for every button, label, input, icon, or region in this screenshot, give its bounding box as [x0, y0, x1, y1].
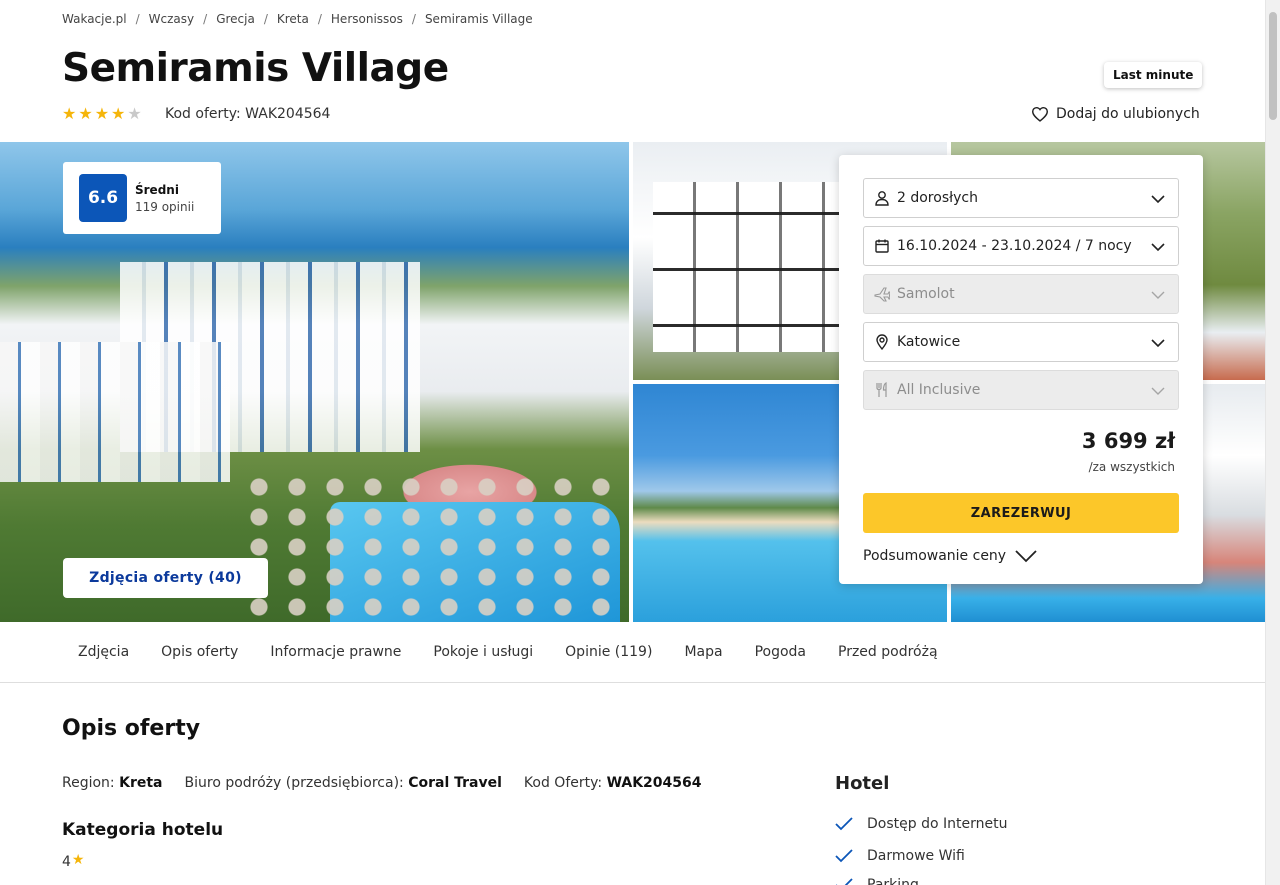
chevron-down-icon	[1151, 387, 1165, 395]
tab-before-trip[interactable]: Przed podróżą	[822, 644, 954, 660]
calendar-icon	[874, 238, 890, 254]
offer-photos-button[interactable]: Zdjęcia oferty (40)	[63, 558, 268, 598]
guests-select[interactable]: 2 dorosłych	[863, 178, 1179, 218]
agency-value: Coral Travel	[408, 775, 502, 791]
chevron-down-icon	[1151, 339, 1165, 348]
person-icon	[874, 190, 890, 206]
price-summary-toggle[interactable]: Podsumowanie ceny	[863, 548, 1038, 564]
departure-city-value: Katowice	[897, 334, 961, 350]
chevron-down-icon	[1151, 291, 1165, 299]
breadcrumb-item-grecja[interactable]: Grecja	[216, 12, 255, 26]
guests-value: 2 dorosłych	[897, 190, 978, 206]
rating-count: 119 opinii	[135, 199, 195, 214]
chevron-down-icon	[1151, 243, 1165, 252]
star-icon: ★	[94, 104, 110, 123]
star-icon: ★	[71, 852, 85, 868]
breadcrumb-item-wczasy[interactable]: Wczasy	[149, 12, 194, 26]
price-summary-label: Podsumowanie ceny	[863, 548, 1007, 564]
breadcrumb-separator: /	[411, 12, 416, 26]
add-to-favorites-label: Dodaj do ulubionych	[1056, 106, 1200, 122]
star-icon: ★	[62, 104, 77, 123]
last-minute-badge: Last minute	[1104, 62, 1203, 88]
tab-offer-description[interactable]: Opis oferty	[145, 644, 254, 660]
breadcrumb-separator: /	[203, 12, 208, 26]
dates-select[interactable]: 16.10.2024 - 23.10.2024 / 7 nocy	[863, 226, 1179, 266]
rating-score: 6.6	[79, 174, 127, 222]
total-price: 3 699 zł	[1081, 429, 1175, 453]
location-pin-icon	[874, 334, 890, 350]
cutlery-icon	[874, 382, 890, 398]
hotel-category-value: 4 ★	[62, 852, 85, 870]
amenity-item: Darmowe Wifi	[835, 848, 965, 864]
rating-card[interactable]: 6.6 Średni 119 opinii	[63, 162, 221, 234]
reserve-button[interactable]: ZAREZERWUJ	[863, 493, 1179, 533]
region-value: Kreta	[119, 775, 163, 791]
offer-code-value: WAK204564	[606, 775, 702, 791]
transport-value: Samolot	[897, 286, 955, 302]
amenity-item: Dostęp do Internetu	[835, 816, 1007, 832]
tab-photos[interactable]: Zdjęcia	[62, 644, 145, 660]
booking-panel: 2 dorosłych 16.10.2024 - 23.10.2024 / 7 …	[839, 155, 1203, 584]
breadcrumb-separator: /	[263, 12, 268, 26]
rating-label: Średni	[135, 182, 179, 197]
board-type-select: All Inclusive	[863, 370, 1179, 410]
breadcrumb-item-wakacje[interactable]: Wakacje.pl	[62, 12, 127, 26]
offer-description-title: Opis oferty	[62, 716, 201, 741]
agency-info: Biuro podróży (przedsiębiorca): Coral Tr…	[184, 775, 502, 791]
transport-select: Samolot	[863, 274, 1179, 314]
region-info: Region: Kreta	[62, 775, 163, 791]
checkmark-icon	[835, 849, 853, 863]
tab-rooms-services[interactable]: Pokoje i usługi	[417, 644, 549, 660]
tab-reviews[interactable]: Opinie (119)	[549, 644, 668, 660]
star-icon: ★	[78, 104, 93, 123]
amenity-item: Parking	[835, 877, 919, 885]
breadcrumb-item-kreta[interactable]: Kreta	[277, 12, 309, 26]
star-icon: ★	[111, 104, 126, 123]
hotel-star-rating: ★ ★ ★ ★ ★	[62, 106, 142, 122]
star-empty-icon: ★	[127, 104, 142, 123]
amenities-title: Hotel	[835, 773, 890, 794]
tab-weather[interactable]: Pogoda	[739, 644, 822, 660]
offer-code-info: Kod Oferty: WAK204564	[523, 775, 702, 791]
breadcrumb-item-hersonissos[interactable]: Hersonissos	[331, 12, 403, 26]
board-type-value: All Inclusive	[897, 382, 981, 398]
chevron-down-icon	[1015, 550, 1037, 563]
dates-value: 16.10.2024 - 23.10.2024 / 7 nocy	[897, 238, 1132, 254]
add-to-favorites-button[interactable]: Dodaj do ulubionych	[1031, 106, 1200, 122]
checkmark-icon	[835, 817, 853, 831]
chevron-down-icon	[1151, 195, 1165, 204]
page-scrollbar[interactable]	[1265, 0, 1280, 885]
breadcrumb-separator: /	[135, 12, 140, 26]
departure-city-select[interactable]: Katowice	[863, 322, 1179, 362]
scrollbar-thumb[interactable]	[1269, 12, 1277, 120]
breadcrumb: Wakacje.pl / Wczasy / Grecja / Kreta / Herso…	[62, 12, 533, 26]
breadcrumb-separator: /	[317, 12, 322, 26]
hotel-category-title: Kategoria hotelu	[62, 820, 224, 840]
offer-tabs: Zdjęcia Opis oferty Informacje prawne Po…	[0, 622, 1265, 683]
breadcrumb-item-current: Semiramis Village	[424, 12, 533, 26]
checkmark-icon	[836, 878, 853, 885]
offer-meta: Region: Kreta Biuro podróży (przedsiębio…	[62, 775, 702, 791]
tab-map[interactable]: Mapa	[668, 644, 738, 660]
tab-legal-info[interactable]: Informacje prawne	[254, 644, 417, 660]
price-note: /za wszystkich	[1088, 460, 1175, 474]
hotel-title: Semiramis Village	[62, 46, 449, 91]
heart-icon	[1031, 106, 1049, 122]
plane-icon	[874, 286, 890, 302]
offer-code: Kod oferty: WAK204564	[165, 106, 331, 122]
